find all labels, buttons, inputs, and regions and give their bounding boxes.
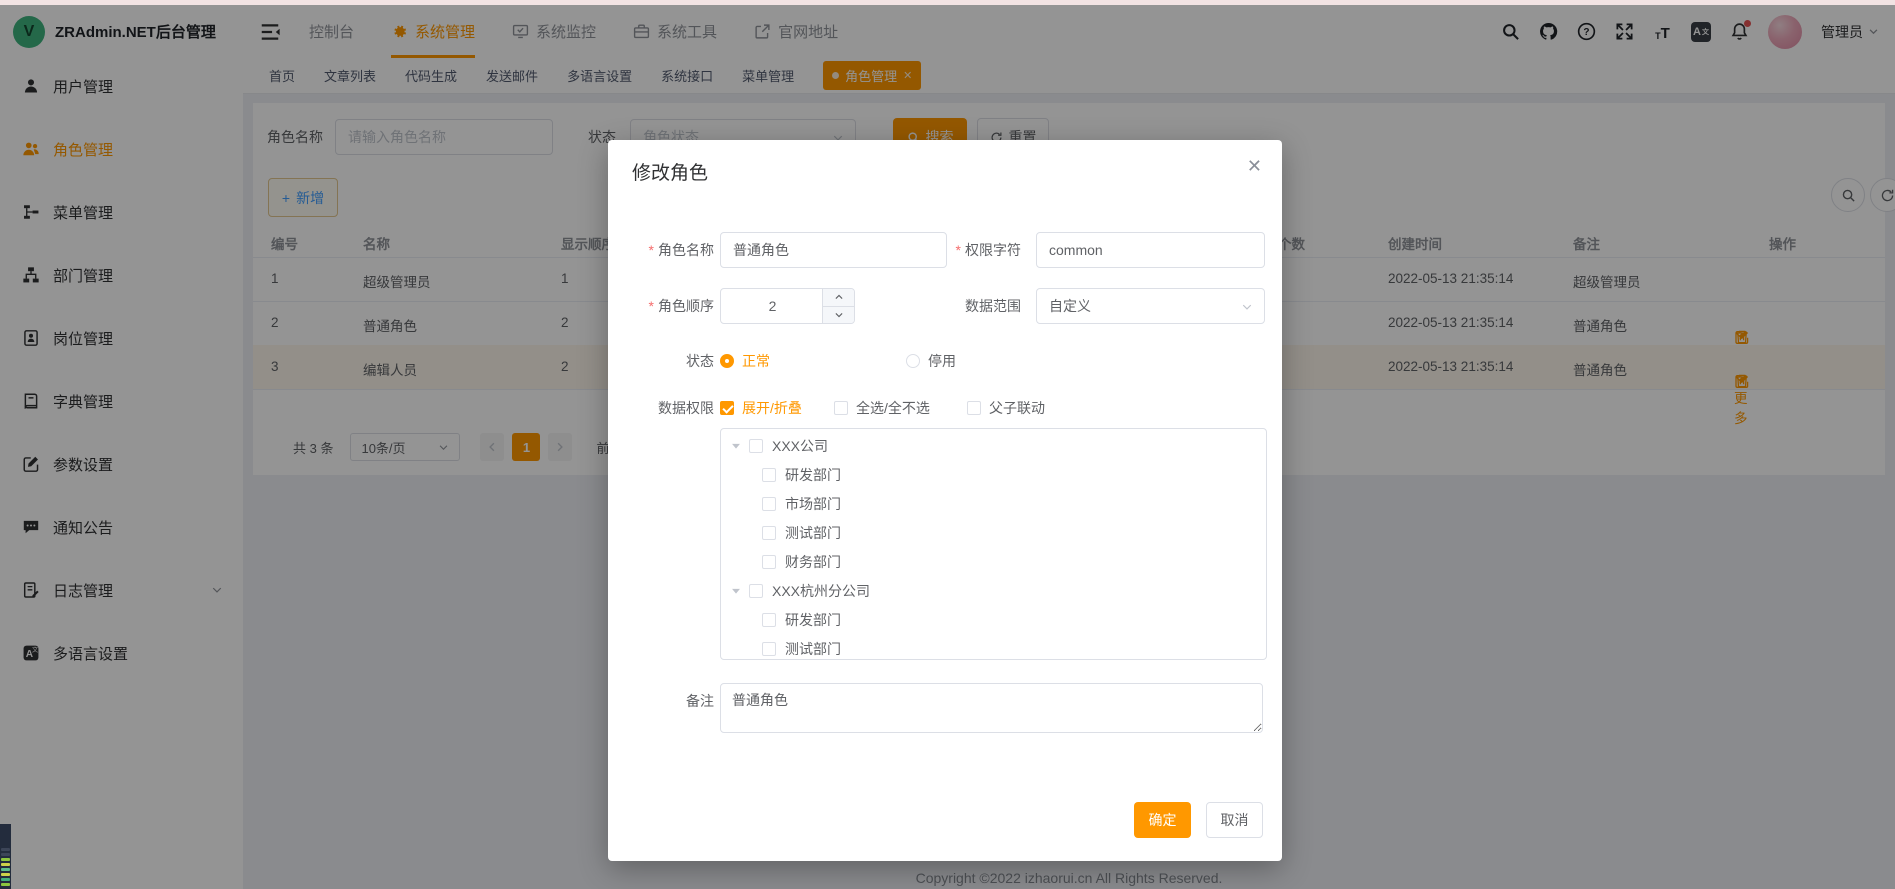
tree-checkbox[interactable] — [749, 439, 763, 453]
remark-textarea[interactable]: 普通角色 — [720, 683, 1263, 733]
perm-char-input[interactable] — [1036, 232, 1265, 268]
checkbox-box — [967, 401, 981, 415]
tree-node-child[interactable]: 测试部门 — [721, 518, 1266, 547]
tree-checkbox[interactable] — [762, 526, 776, 540]
role-order-stepper[interactable] — [720, 288, 855, 324]
stepper-up-button[interactable] — [823, 289, 854, 307]
radio-label: 停用 — [928, 351, 956, 371]
role-name-label: 角色名称 — [608, 232, 714, 268]
taskbar-activity-widget[interactable] — [0, 824, 11, 889]
edit-role-dialog: 修改角色 ✕ 角色名称 权限字符 角色顺序 数据范围 自定义 — [608, 140, 1282, 861]
tree-node-label: XXX公司 — [772, 436, 828, 456]
stepper-controls — [822, 289, 854, 323]
data-scope-select[interactable]: 自定义 — [1036, 288, 1265, 324]
stepper-down-button[interactable] — [823, 307, 854, 324]
radio-dot — [720, 354, 734, 368]
tree-checkbox[interactable] — [762, 497, 776, 511]
confirm-button[interactable]: 确定 — [1134, 802, 1191, 838]
tree-checkbox[interactable] — [749, 584, 763, 598]
chevron-down-icon — [1241, 301, 1252, 312]
tree-node-label: XXX杭州分公司 — [772, 581, 870, 601]
department-tree: XXX公司 研发部门 市场部门 测试部门 财务部门 — [720, 428, 1267, 660]
close-icon[interactable]: ✕ — [1247, 156, 1262, 177]
tree-node-label: 研发部门 — [785, 465, 841, 485]
tree-checkbox[interactable] — [762, 642, 776, 656]
window-edge-strip — [0, 0, 1895, 5]
status-radio-normal[interactable]: 正常 — [720, 351, 770, 371]
checkbox-label: 全选/全不选 — [856, 398, 930, 418]
dialog-title: 修改角色 — [632, 158, 708, 185]
status-radio-disabled[interactable]: 停用 — [906, 351, 956, 371]
tree-node-parent[interactable]: XXX杭州分公司 — [721, 576, 1266, 605]
tree-expand-icon[interactable] — [729, 584, 743, 598]
tree-checkbox[interactable] — [762, 613, 776, 627]
tree-node-child[interactable]: 财务部门 — [721, 547, 1266, 576]
tree-node-child[interactable]: 测试部门 — [721, 634, 1266, 660]
app-window: V ZRAdmin.NET后台管理 用户管理 角色管理 菜单管理 — [0, 0, 1895, 889]
checkbox-label: 父子联动 — [989, 398, 1045, 418]
tree-node-child[interactable]: 研发部门 — [721, 605, 1266, 634]
data-perm-label: 数据权限 — [608, 390, 714, 426]
data-scope-value: 自定义 — [1049, 296, 1091, 316]
data-scope-label: 数据范围 — [908, 288, 1021, 324]
parent-child-link-checkbox[interactable]: 父子联动 — [967, 398, 1045, 418]
remark-label: 备注 — [608, 683, 714, 719]
checkbox-label: 展开/折叠 — [742, 398, 802, 418]
checkbox-box — [720, 401, 734, 415]
tree-node-label: 测试部门 — [785, 639, 841, 659]
select-all-checkbox[interactable]: 全选/全不选 — [834, 398, 930, 418]
perm-char-label: 权限字符 — [908, 232, 1021, 268]
tree-checkbox[interactable] — [762, 555, 776, 569]
radio-label: 正常 — [742, 351, 770, 371]
cancel-button[interactable]: 取消 — [1206, 802, 1263, 838]
tree-node-parent[interactable]: XXX公司 — [721, 431, 1266, 460]
radio-dot — [906, 354, 920, 368]
checkbox-box — [834, 401, 848, 415]
role-order-label: 角色顺序 — [608, 288, 714, 324]
tree-node-child[interactable]: 市场部门 — [721, 489, 1266, 518]
status-label: 状态 — [608, 343, 714, 379]
tree-node-label: 测试部门 — [785, 523, 841, 543]
tree-checkbox[interactable] — [762, 468, 776, 482]
tree-node-child[interactable]: 研发部门 — [721, 460, 1266, 489]
tree-expand-icon[interactable] — [729, 439, 743, 453]
tree-node-label: 研发部门 — [785, 610, 841, 630]
tree-node-label: 财务部门 — [785, 552, 841, 572]
tree-node-label: 市场部门 — [785, 494, 841, 514]
expand-collapse-checkbox[interactable]: 展开/折叠 — [720, 398, 802, 418]
